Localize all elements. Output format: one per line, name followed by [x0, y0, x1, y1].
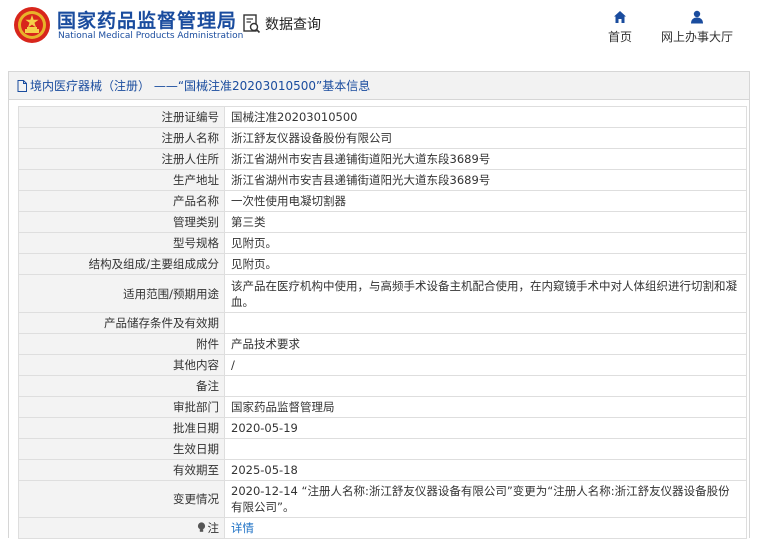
table-row: 附件 产品技术要求 [18, 333, 747, 355]
site-name-cn[interactable]: 国家药品监督管理局 [57, 6, 237, 33]
basic-info-panel: 境内医疗器械（注册） ——“国械注准20203010500”基本信息 注册证编号… [8, 71, 750, 539]
site-header: 国家药品监督管理局 National Medical Products Admi… [0, 0, 758, 58]
row-label: 审批部门 [18, 396, 225, 418]
row-value: 2025-05-18 [224, 459, 747, 481]
row-label: 生产地址 [18, 169, 225, 191]
row-value [224, 312, 747, 334]
row-value: / [224, 354, 747, 376]
nav-online-service-hall-label: 网上办事大厅 [660, 30, 733, 44]
table-row: 生产地址 浙江省湖州市安吉县递铺街道阳光大道东段3689号 [18, 169, 747, 191]
row-value: 一次性使用电凝切割器 [224, 190, 747, 212]
table-row: 产品储存条件及有效期 [18, 312, 747, 334]
nav-home[interactable]: 首页 [606, 10, 634, 45]
table-row: 注册人住所 浙江省湖州市安吉县递铺街道阳光大道东段3689号 [18, 148, 747, 170]
table-row: 注册证编号 国械注准20203010500 [18, 106, 747, 128]
row-label: 结构及组成/主要组成成分 [18, 253, 225, 275]
row-value: 该产品在医疗机构中使用，与高频手术设备主机配合使用，在内窥镜手术中对人体组织进行… [224, 274, 747, 313]
row-label: 生效日期 [18, 438, 225, 460]
row-label: 产品名称 [18, 190, 225, 212]
row-label: 其他内容 [18, 354, 225, 376]
user-icon [691, 10, 703, 24]
table-row: 生效日期 [18, 438, 747, 460]
table-row: 变更情况 2020-12-14 “注册人名称:浙江舒友仪器设备有限公司”变更为“注… [18, 480, 747, 518]
table-row: 有效期至 2025-05-18 [18, 459, 747, 481]
row-value [224, 438, 747, 460]
home-icon [614, 11, 626, 23]
row-value: 2020-12-14 “注册人名称:浙江舒友仪器设备有限公司”变更为“注册人名称… [224, 480, 747, 518]
row-value [224, 375, 747, 397]
table-row: 管理类别 第三类 [18, 211, 747, 233]
lightbulb-icon [197, 522, 205, 532]
nav-online-service-hall[interactable]: 网上办事大厅 [658, 10, 736, 45]
table-row: 备注 [18, 375, 747, 397]
row-label: 型号规格 [18, 232, 225, 254]
row-value: 浙江省湖州市安吉县递铺街道阳光大道东段3689号 [224, 169, 747, 191]
row-label: 附件 [18, 333, 225, 355]
row-label: 有效期至 [18, 459, 225, 481]
table-row: 批准日期 2020-05-19 [18, 417, 747, 439]
row-value: 第三类 [224, 211, 747, 233]
note-value-cell: 详情 [224, 517, 747, 539]
panel-title: 境内医疗器械（注册） ——“国械注准20203010500”基本信息 [30, 79, 371, 93]
row-label: 注册证编号 [18, 106, 225, 128]
nav-home-label: 首页 [607, 30, 632, 44]
row-label: 变更情况 [18, 480, 225, 518]
table-row: 型号规格 见附页。 [18, 232, 747, 254]
note-label: 注 [207, 521, 220, 535]
national-emblem-icon[interactable] [13, 6, 51, 44]
details-link[interactable]: 详情 [231, 521, 254, 535]
site-name-en[interactable]: National Medical Products Administration [58, 31, 243, 41]
table-row: 注册人名称 浙江舒友仪器设备股份有限公司 [18, 127, 747, 149]
row-value: 浙江省湖州市安吉县递铺街道阳光大道东段3689号 [224, 148, 747, 170]
data-query-icon [243, 14, 261, 34]
panel-title-bar: 境内医疗器械（注册） ——“国械注准20203010500”基本信息 [9, 72, 749, 100]
data-query-link[interactable]: 数据查询 [243, 14, 321, 34]
device-info-table: 注册证编号 国械注准20203010500 注册人名称 浙江舒友仪器设备股份有限公司… [18, 106, 747, 539]
row-label: 注册人住所 [18, 148, 225, 170]
data-query-label: 数据查询 [265, 17, 321, 33]
row-label: 注册人名称 [18, 127, 225, 149]
table-row: 其他内容 / [18, 354, 747, 376]
row-value: 见附页。 [224, 232, 747, 254]
row-value: 2020-05-19 [224, 417, 747, 439]
row-value: 产品技术要求 [224, 333, 747, 355]
row-label: 备注 [18, 375, 225, 397]
table-row: 产品名称 一次性使用电凝切割器 [18, 190, 747, 212]
row-value: 见附页。 [224, 253, 747, 275]
row-label: 批准日期 [18, 417, 225, 439]
note-label-cell: 注 [18, 517, 225, 539]
row-value: 国械注准20203010500 [224, 106, 747, 128]
row-value: 浙江舒友仪器设备股份有限公司 [224, 127, 747, 149]
document-icon [17, 79, 27, 92]
table-row: 结构及组成/主要组成成分 见附页。 [18, 253, 747, 275]
table-row: 审批部门 国家药品监督管理局 [18, 396, 747, 418]
row-value: 国家药品监督管理局 [224, 396, 747, 418]
table-row: 注 详情 [18, 517, 747, 539]
row-label: 管理类别 [18, 211, 225, 233]
row-label: 适用范围/预期用途 [18, 274, 225, 313]
table-row: 适用范围/预期用途 该产品在医疗机构中使用，与高频手术设备主机配合使用，在内窥镜手… [18, 274, 747, 313]
row-label: 产品储存条件及有效期 [18, 312, 225, 334]
